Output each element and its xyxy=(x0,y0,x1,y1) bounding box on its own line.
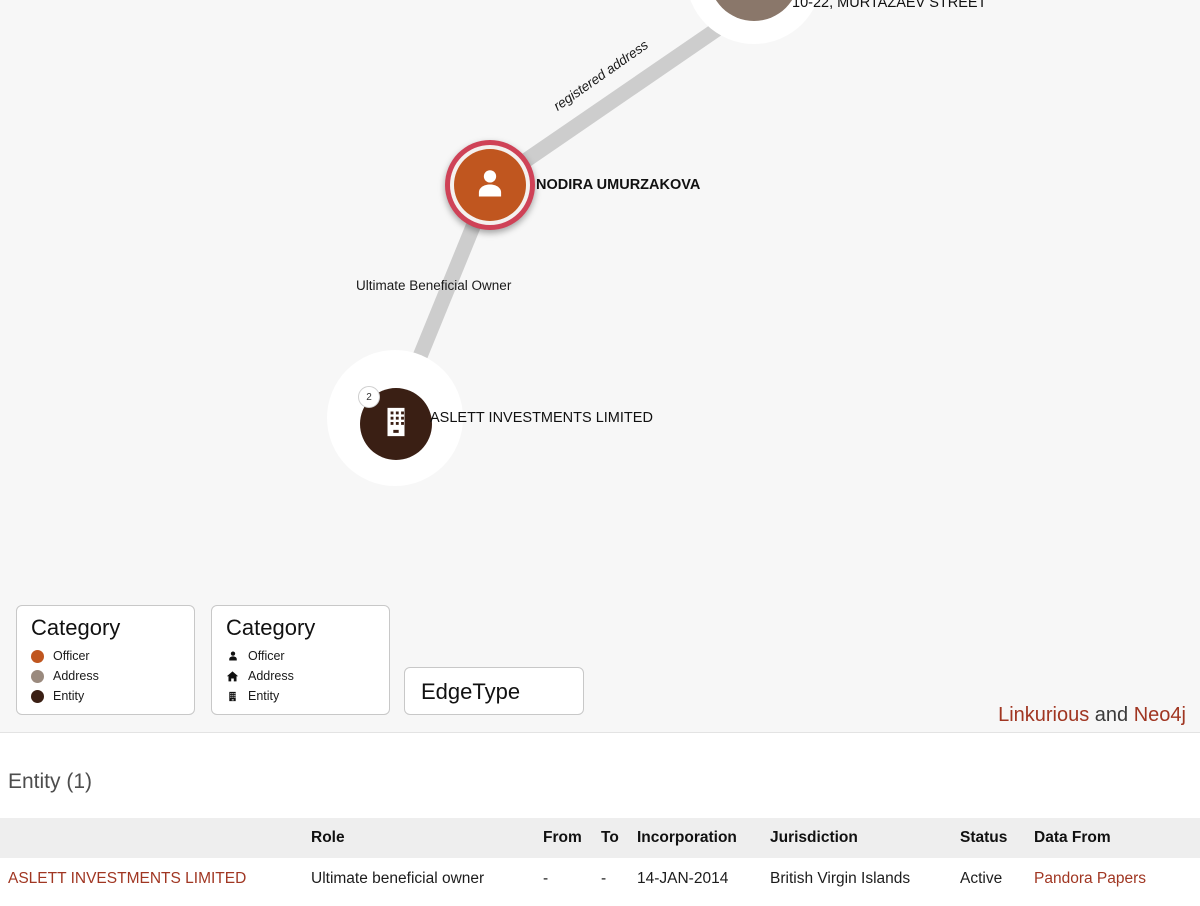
column-header-jurisdiction[interactable]: Jurisdiction xyxy=(764,818,954,858)
cell-from: - xyxy=(543,870,549,887)
home-icon xyxy=(226,670,239,683)
attribution-conjunction: and xyxy=(1089,704,1134,726)
person-icon xyxy=(472,165,508,206)
column-header-status[interactable]: Status xyxy=(954,818,1028,858)
column-header-role[interactable]: Role xyxy=(305,818,537,858)
legend-item-officer[interactable]: Officer xyxy=(31,646,180,666)
cell-status: Active xyxy=(960,870,1003,887)
entity-table-head: Role From To Incorporation Jurisdiction … xyxy=(0,818,1200,858)
legend-title: EdgeType xyxy=(421,679,521,704)
legend-title: Category xyxy=(31,615,121,640)
column-header-data-from[interactable]: Data From xyxy=(1028,818,1200,858)
table-header-row: Role From To Incorporation Jurisdiction … xyxy=(0,818,1200,858)
legend-title: Category xyxy=(226,615,316,640)
node-badge-count[interactable]: 2 xyxy=(358,386,380,408)
legend-item-address[interactable]: Address xyxy=(31,666,180,686)
column-header-incorporation[interactable]: Incorporation xyxy=(631,818,764,858)
cell-to: - xyxy=(601,870,607,887)
person-icon xyxy=(226,650,239,662)
table-row[interactable]: ASLETT INVESTMENTS LIMITED Ultimate bene… xyxy=(0,858,1200,900)
legend-item-label: Address xyxy=(248,669,294,684)
node-disc-officer[interactable] xyxy=(454,149,526,221)
graph-canvas[interactable]: registered address Ultimate Beneficial O… xyxy=(0,0,1200,733)
cell-incorporation: 14-JAN-2014 xyxy=(637,870,729,887)
legend-item-label: Entity xyxy=(248,689,280,704)
column-header-name[interactable] xyxy=(0,818,305,858)
entity-section-heading: Entity (1) xyxy=(8,770,93,793)
legend-item-label: Address xyxy=(53,669,99,684)
neo4j-link[interactable]: Neo4j xyxy=(1134,704,1186,726)
linkurious-link[interactable]: Linkurious xyxy=(998,704,1089,726)
node-label-officer: NODIRA UMURZAKOVA xyxy=(536,177,701,193)
building-icon xyxy=(226,690,239,703)
legend-category-icons: Category Officer Address Entity xyxy=(211,605,390,715)
legend-item-label: Officer xyxy=(53,649,90,664)
entity-results-section: Entity (1) Role From To Incorporation Ju… xyxy=(0,733,1200,900)
address-color-swatch xyxy=(31,669,44,683)
node-label-entity: ASLETT INVESTMENTS LIMITED xyxy=(430,410,653,426)
officer-color-swatch xyxy=(31,649,44,663)
legend-icon-item-address[interactable]: Address xyxy=(226,666,375,686)
legend-icon-item-entity[interactable]: Entity xyxy=(226,686,375,706)
node-label-address: 10-22, MURTAZAEV STREET xyxy=(792,0,987,11)
home-icon xyxy=(731,0,777,2)
legend-item-label: Entity xyxy=(53,689,85,704)
legend-edgetype: EdgeType xyxy=(404,667,584,715)
cell-role: Ultimate beneficial owner xyxy=(311,870,485,887)
entity-table-body: ASLETT INVESTMENTS LIMITED Ultimate bene… xyxy=(0,858,1200,900)
legend-category-colors: Category Officer Address Entity xyxy=(16,605,195,715)
edge-label-ultimate-beneficial-owner: Ultimate Beneficial Owner xyxy=(356,278,512,293)
edge-registered-address[interactable] xyxy=(485,1,753,192)
column-header-to[interactable]: To xyxy=(595,818,631,858)
cell-data-from[interactable]: Pandora Papers xyxy=(1028,858,1200,900)
entity-color-swatch xyxy=(31,689,44,703)
cell-entity-name[interactable]: ASLETT INVESTMENTS LIMITED xyxy=(0,858,305,900)
attribution: Linkurious and Neo4j xyxy=(994,703,1190,728)
column-header-from[interactable]: From xyxy=(537,818,595,858)
building-icon xyxy=(379,405,413,444)
legend-item-entity[interactable]: Entity xyxy=(31,686,180,706)
legend-item-label: Officer xyxy=(248,649,285,664)
cell-jurisdiction: British Virgin Islands xyxy=(770,870,911,887)
legend-icon-item-officer[interactable]: Officer xyxy=(226,646,375,666)
entity-table: Role From To Incorporation Jurisdiction … xyxy=(0,818,1200,900)
